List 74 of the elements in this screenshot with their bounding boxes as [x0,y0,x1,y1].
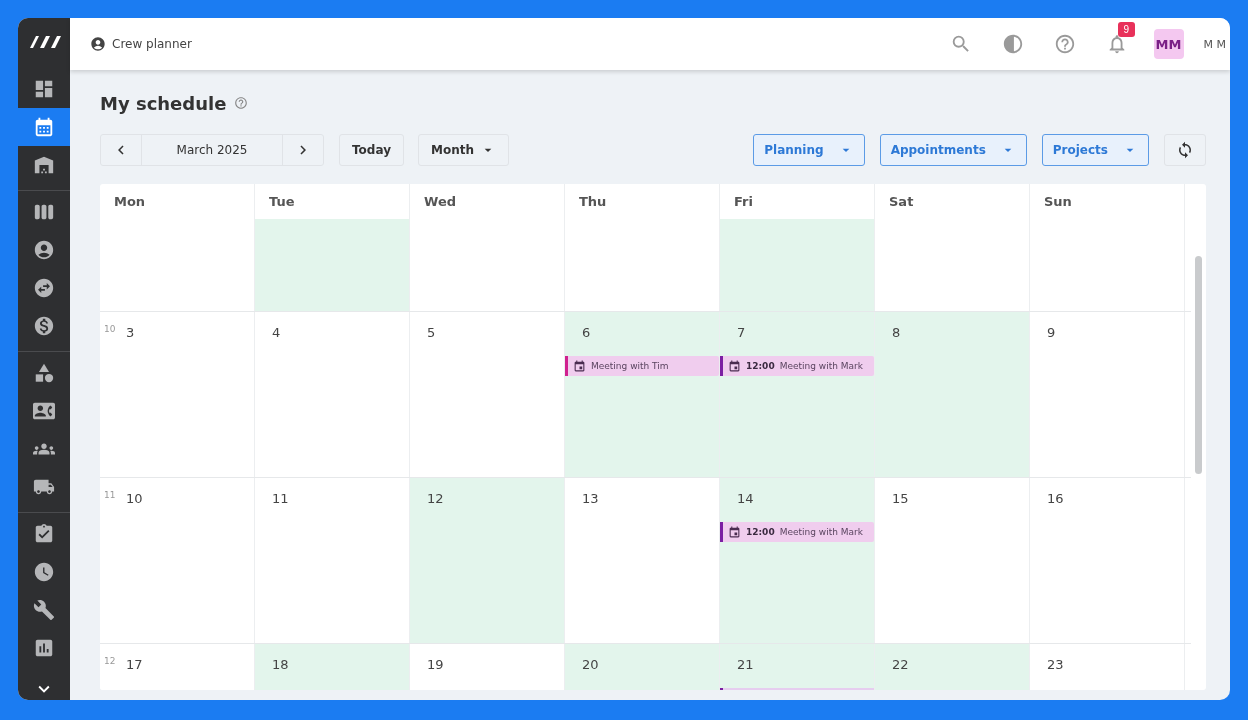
day-number: 20 [582,657,599,672]
person-icon [90,36,106,52]
sidebar-item[interactable] [18,108,70,146]
notification-badge: 9 [1117,22,1136,37]
calendar-event[interactable]: 12:00 Meeting with Mark [720,522,874,542]
day-cell[interactable]: 18 [255,644,410,690]
view-dropdown[interactable]: Month [418,134,509,166]
day-cell[interactable] [720,219,875,311]
contact-card-icon [33,400,55,422]
person-icon [33,239,55,261]
shapes-icon [33,362,55,384]
help-icon[interactable] [234,96,249,110]
scrollbar[interactable] [1195,256,1202,474]
week-number: 12 [104,656,117,666]
day-cell[interactable]: 21 [720,644,875,690]
day-number: 4 [272,325,281,340]
day-cell[interactable]: 12 [410,478,565,643]
day-number: 17 [126,657,143,672]
day-number: 16 [1047,491,1064,506]
day-cell[interactable] [255,219,410,311]
notifications-button[interactable]: 9 [1093,24,1140,64]
calendar-icon [728,359,741,373]
filter-dropdown[interactable]: Appointments [879,134,1027,166]
calendar-icon [33,116,55,138]
day-number: 7 [737,325,746,340]
help-icon [1053,33,1076,55]
refresh-icon [1176,141,1194,159]
day-cell[interactable]: 8 [875,312,1030,477]
filter-dropdown[interactable]: Planning [753,134,865,166]
calendar-icon [573,359,586,373]
user-name: M M [1203,37,1226,51]
day-cell[interactable]: 6 Meeting with Tim [565,312,720,477]
day-number: 3 [126,325,135,340]
week-number: 11 [104,490,117,500]
clipboard-check-icon [33,523,55,545]
day-number: 6 [582,325,591,340]
day-number: 19 [427,657,444,672]
today-button[interactable]: Today [339,134,404,166]
day-cell[interactable]: 20 [565,644,720,690]
day-number: 23 [1047,657,1064,672]
day-number: 14 [737,491,754,506]
month-label: March 2025 [141,135,283,165]
day-number: 9 [1047,325,1056,340]
contrast-icon [1001,33,1024,55]
day-number: 13 [582,491,599,506]
day-cell[interactable]: 14 12:00 Meeting with Mark [720,478,875,643]
day-number: 18 [272,657,289,672]
bar-chart-icon [33,637,55,659]
day-cell[interactable]: 12 17 [100,644,255,690]
dashboard-icon [33,78,55,100]
calendar-event[interactable]: Meeting with Tim [565,356,719,376]
swap-icon [33,277,55,299]
calendar-icon [728,525,741,539]
clock-icon [33,561,55,583]
day-number: 21 [737,657,754,672]
day-number: 5 [427,325,436,340]
day-number: 22 [892,657,909,672]
day-number: 15 [892,491,909,506]
day-number: 10 [126,491,143,506]
dollar-icon [33,315,55,337]
page-title: My schedule [100,92,227,114]
day-number: 11 [272,491,289,506]
day-cell[interactable]: 22 [875,644,1030,690]
calendar-event[interactable]: 12:00 Meeting with Mark [720,356,874,376]
week-number: 10 [104,324,117,334]
avatar[interactable]: MM [1153,29,1184,59]
filter-dropdown[interactable]: Projects [1041,134,1149,166]
warehouse-icon [33,154,55,176]
wrench-icon [33,599,55,621]
day-number: 12 [427,491,444,506]
refresh-button[interactable] [1164,134,1206,166]
day-cell[interactable]: 7 12:00 Meeting with Mark [720,312,875,477]
day-number: 8 [892,325,901,340]
app-title: Crew planner [112,37,192,51]
